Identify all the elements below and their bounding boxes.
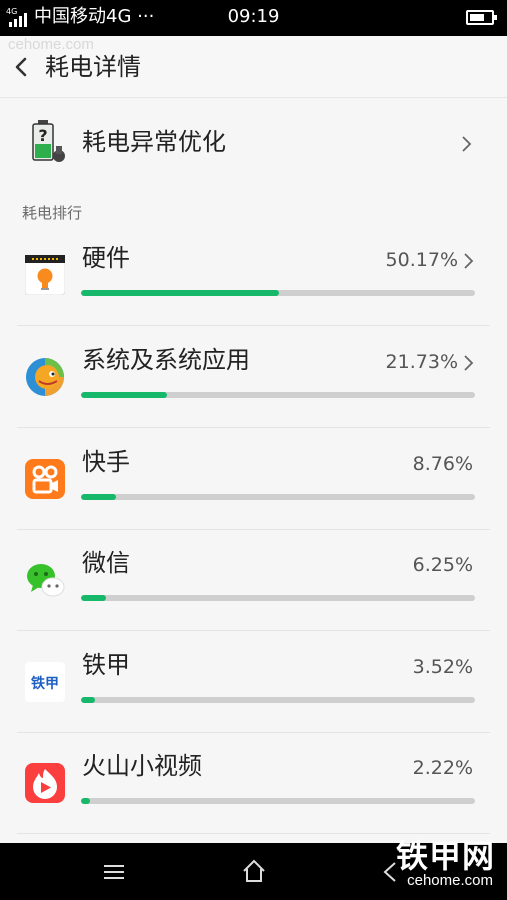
- watermark-url: cehome.com: [407, 872, 493, 889]
- status-bar: 4G 中国移动4G ··· 09:19: [0, 0, 507, 36]
- usage-bar-fill: [81, 494, 116, 500]
- clock: 09:19: [227, 6, 280, 27]
- app-name: 系统及系统应用: [82, 346, 250, 374]
- tiejia-icon: 铁甲: [25, 662, 65, 702]
- usage-bar-fill: [81, 392, 167, 398]
- list-item-wechat[interactable]: 微信 6.25%: [17, 530, 490, 631]
- list-item-tiejia[interactable]: 铁甲 铁甲 3.52%: [17, 632, 490, 733]
- wechat-icon: [27, 564, 65, 597]
- usage-bar: [81, 595, 475, 601]
- page-title: 耗电详情: [45, 53, 141, 81]
- usage-bar: [81, 798, 475, 804]
- app-name: 铁甲: [82, 651, 130, 679]
- battery-icon: [466, 10, 497, 25]
- kuaishou-icon: [25, 459, 65, 499]
- app-percent: 8.76%: [412, 453, 473, 475]
- optimize-label: 耗电异常优化: [82, 128, 226, 156]
- svg-text:?: ?: [38, 126, 47, 145]
- watermark-top: cehome.com: [8, 36, 94, 53]
- app-percent: 50.17%: [385, 249, 458, 271]
- system-apps-icon: [26, 358, 64, 396]
- usage-bar: [81, 494, 475, 500]
- watermark-logo: 铁甲网: [395, 837, 495, 875]
- usage-bar: [81, 392, 475, 398]
- chevron-right-icon: [462, 136, 472, 152]
- app-percent: 6.25%: [412, 554, 473, 576]
- usage-bar-fill: [81, 595, 106, 601]
- list-item-hardware[interactable]: 硬件 50.17%: [17, 225, 490, 326]
- hardware-bulb-icon: [25, 255, 65, 295]
- usage-bar-fill: [81, 798, 90, 804]
- section-title: 耗电排行: [22, 204, 83, 222]
- list-item-huoshan[interactable]: 火山小视频 2.22%: [17, 733, 490, 834]
- chevron-right-icon: [464, 355, 474, 371]
- menu-button[interactable]: [103, 863, 125, 881]
- app-percent: 3.52%: [412, 656, 473, 678]
- back-button[interactable]: [12, 55, 32, 79]
- chevron-right-icon: [464, 253, 474, 269]
- app-percent: 21.73%: [385, 351, 458, 373]
- app-name: 硬件: [82, 244, 130, 272]
- tiejia-icon-text: 铁甲: [31, 675, 59, 692]
- app-name: 微信: [82, 549, 130, 577]
- home-button[interactable]: [241, 858, 267, 884]
- battery-warning-icon: ?: [32, 120, 65, 162]
- usage-bar-fill: [81, 290, 279, 296]
- list-item-kuaishou[interactable]: 快手 8.76%: [17, 429, 490, 530]
- app-name: 火山小视频: [82, 752, 202, 780]
- usage-bar: [81, 697, 475, 703]
- usage-bar-fill: [81, 697, 95, 703]
- huoshan-video-icon: [25, 763, 65, 803]
- battery-optimize-row[interactable]: ? 耗电异常优化: [0, 98, 507, 192]
- usage-bar: [81, 290, 475, 296]
- app-percent: 2.22%: [412, 757, 473, 779]
- app-name: 快手: [82, 448, 130, 476]
- list-item-system-apps[interactable]: 系统及系统应用 21.73%: [17, 327, 490, 428]
